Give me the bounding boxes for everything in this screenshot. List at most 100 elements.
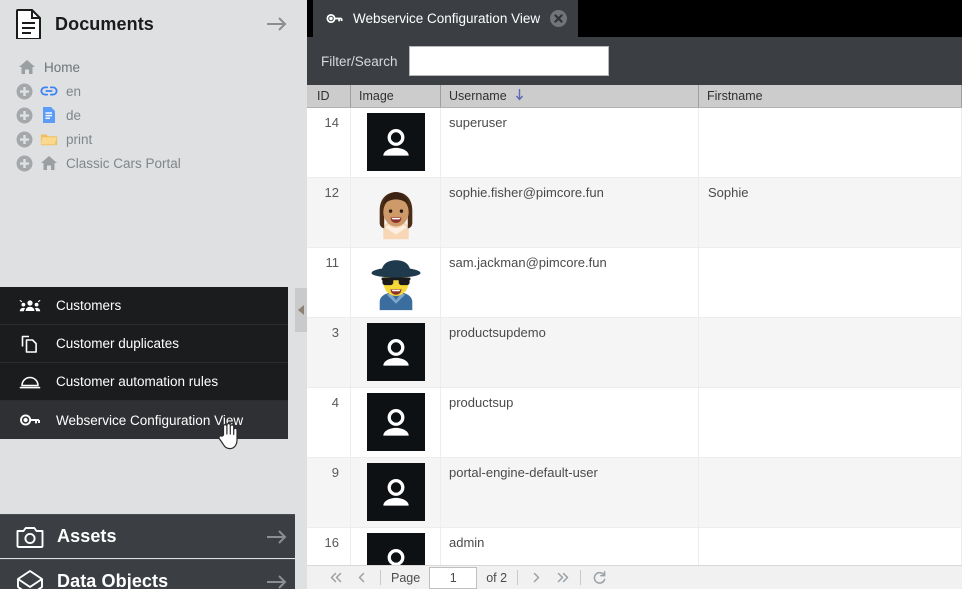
menu-item-webservice-configuration-view[interactable]: Webservice Configuration View: [0, 401, 288, 439]
tab-bar: Webservice Configuration View: [307, 0, 962, 37]
users-grid: ID Image Username: [307, 85, 962, 589]
pagination-toolbar: Page of 2: [307, 565, 962, 589]
avatar-hat-image: [367, 253, 425, 311]
column-header-label: Username: [449, 89, 507, 103]
column-header-username[interactable]: Username: [441, 85, 699, 107]
copy-icon: [18, 332, 42, 356]
table-row[interactable]: 3 productsupdemo: [307, 318, 962, 388]
table-row[interactable]: 11sam.jackman@pimcore.fun: [307, 248, 962, 318]
column-header-label: Firstname: [707, 89, 763, 103]
cube-icon: [16, 569, 44, 589]
cell-image: [351, 318, 441, 387]
assets-section[interactable]: Assets: [0, 514, 302, 558]
expand-plus-icon[interactable]: [16, 83, 33, 100]
key-icon: [325, 9, 344, 28]
tree-item-print[interactable]: print: [0, 127, 302, 151]
cell-firstname: [699, 528, 962, 565]
grid-header-row: ID Image Username: [307, 85, 962, 108]
cell-image: [351, 528, 441, 565]
link-icon: [40, 82, 58, 100]
table-row[interactable]: 4productsup: [307, 388, 962, 458]
tab-webservice-configuration-view[interactable]: Webservice Configuration View: [313, 0, 578, 37]
cell-username: superuser: [441, 108, 699, 177]
menu-item-label: Customer automation rules: [56, 374, 218, 389]
expand-plus-icon[interactable]: [16, 107, 33, 124]
cell-image: [351, 108, 441, 177]
table-row[interactable]: 16admin: [307, 528, 962, 565]
page-number-input[interactable]: [429, 567, 477, 589]
page-total-label: of 2: [486, 571, 507, 585]
documents-panel-header[interactable]: Documents: [0, 0, 302, 48]
menu-item-label: Customers: [56, 298, 121, 313]
cell-id: 4: [307, 388, 351, 457]
grid-body: 14 superuser 12 sophie.fisher@pimcore.funSo…: [307, 108, 962, 565]
column-header-id[interactable]: ID: [307, 85, 351, 107]
arrow-right-icon[interactable]: [266, 16, 288, 32]
camera-icon: [16, 524, 44, 550]
menu-item-customer-automation-rules[interactable]: Customer automation rules: [0, 363, 288, 401]
menu-item-label: Customer duplicates: [56, 336, 179, 351]
filter-search-label: Filter/Search: [321, 54, 398, 69]
collapse-panel-handle[interactable]: [295, 288, 307, 332]
avatar-default-image: [367, 393, 425, 451]
menu-item-customers[interactable]: Customers: [0, 287, 288, 325]
main-panel: Webservice Configuration View Filter/Sea…: [307, 0, 962, 589]
next-page-button[interactable]: [523, 567, 549, 589]
cell-firstname: [699, 248, 962, 317]
tree-item-label: print: [66, 132, 92, 147]
arrow-right-icon[interactable]: [266, 574, 288, 589]
arrow-right-icon[interactable]: [266, 529, 288, 545]
menu-item-customer-duplicates[interactable]: Customer duplicates: [0, 325, 288, 363]
divider: [517, 570, 518, 585]
filter-search-input[interactable]: [409, 46, 609, 76]
menu-item-label: Webservice Configuration View: [56, 413, 243, 428]
column-header-label: Image: [359, 89, 394, 103]
tree-item-home[interactable]: Home: [0, 55, 302, 79]
column-header-firstname[interactable]: Firstname: [699, 85, 962, 107]
bell-dome-icon: [18, 370, 42, 394]
cell-firstname: [699, 458, 962, 527]
folder-icon: [40, 130, 58, 148]
cell-image: [351, 458, 441, 527]
first-page-button[interactable]: [323, 567, 349, 589]
avatar-default-image: [367, 533, 425, 565]
cell-firstname: [699, 108, 962, 177]
avatar-default-image: [367, 323, 425, 381]
sort-desc-icon: [515, 88, 524, 104]
people-icon: [18, 294, 42, 318]
tree-item-label: Home: [44, 60, 80, 75]
filter-toolbar: Filter/Search: [307, 37, 962, 85]
cell-id: 9: [307, 458, 351, 527]
column-header-image[interactable]: Image: [351, 85, 441, 107]
cell-id: 14: [307, 108, 351, 177]
column-header-label: ID: [317, 89, 330, 103]
cell-id: 3: [307, 318, 351, 387]
cell-id: 12: [307, 178, 351, 247]
cell-username: productsupdemo: [441, 318, 699, 387]
tree-item-en[interactable]: en: [0, 79, 302, 103]
tree-item-de[interactable]: de: [0, 103, 302, 127]
table-row[interactable]: 12 sophie.fisher@pimcore.funSophie: [307, 178, 962, 248]
expand-plus-icon[interactable]: [16, 155, 33, 172]
cell-username: sophie.fisher@pimcore.fun: [441, 178, 699, 247]
tree-item-label: Classic Cars Portal: [66, 156, 181, 171]
avatar-woman-image: [367, 183, 425, 241]
cell-firstname: [699, 318, 962, 387]
data-objects-section[interactable]: Data Objects: [0, 559, 302, 589]
refresh-button[interactable]: [586, 567, 612, 589]
last-page-button[interactable]: [549, 567, 575, 589]
table-row[interactable]: 14 superuser: [307, 108, 962, 178]
cell-firstname: [699, 388, 962, 457]
home-icon: [40, 154, 58, 172]
custom-views-menu: Customers Customer duplicates Customer a…: [0, 287, 288, 439]
close-icon[interactable]: [550, 10, 567, 27]
documents-tree: Home en: [0, 55, 302, 175]
cell-firstname: Sophie: [699, 178, 962, 247]
prev-page-button[interactable]: [349, 567, 375, 589]
divider: [580, 570, 581, 585]
table-row[interactable]: 9portal-engine-default-user: [307, 458, 962, 528]
cell-username: admin: [441, 528, 699, 565]
documents-panel-title: Documents: [55, 14, 266, 35]
tree-item-classic-cars-portal[interactable]: Classic Cars Portal: [0, 151, 302, 175]
expand-plus-icon[interactable]: [16, 131, 33, 148]
